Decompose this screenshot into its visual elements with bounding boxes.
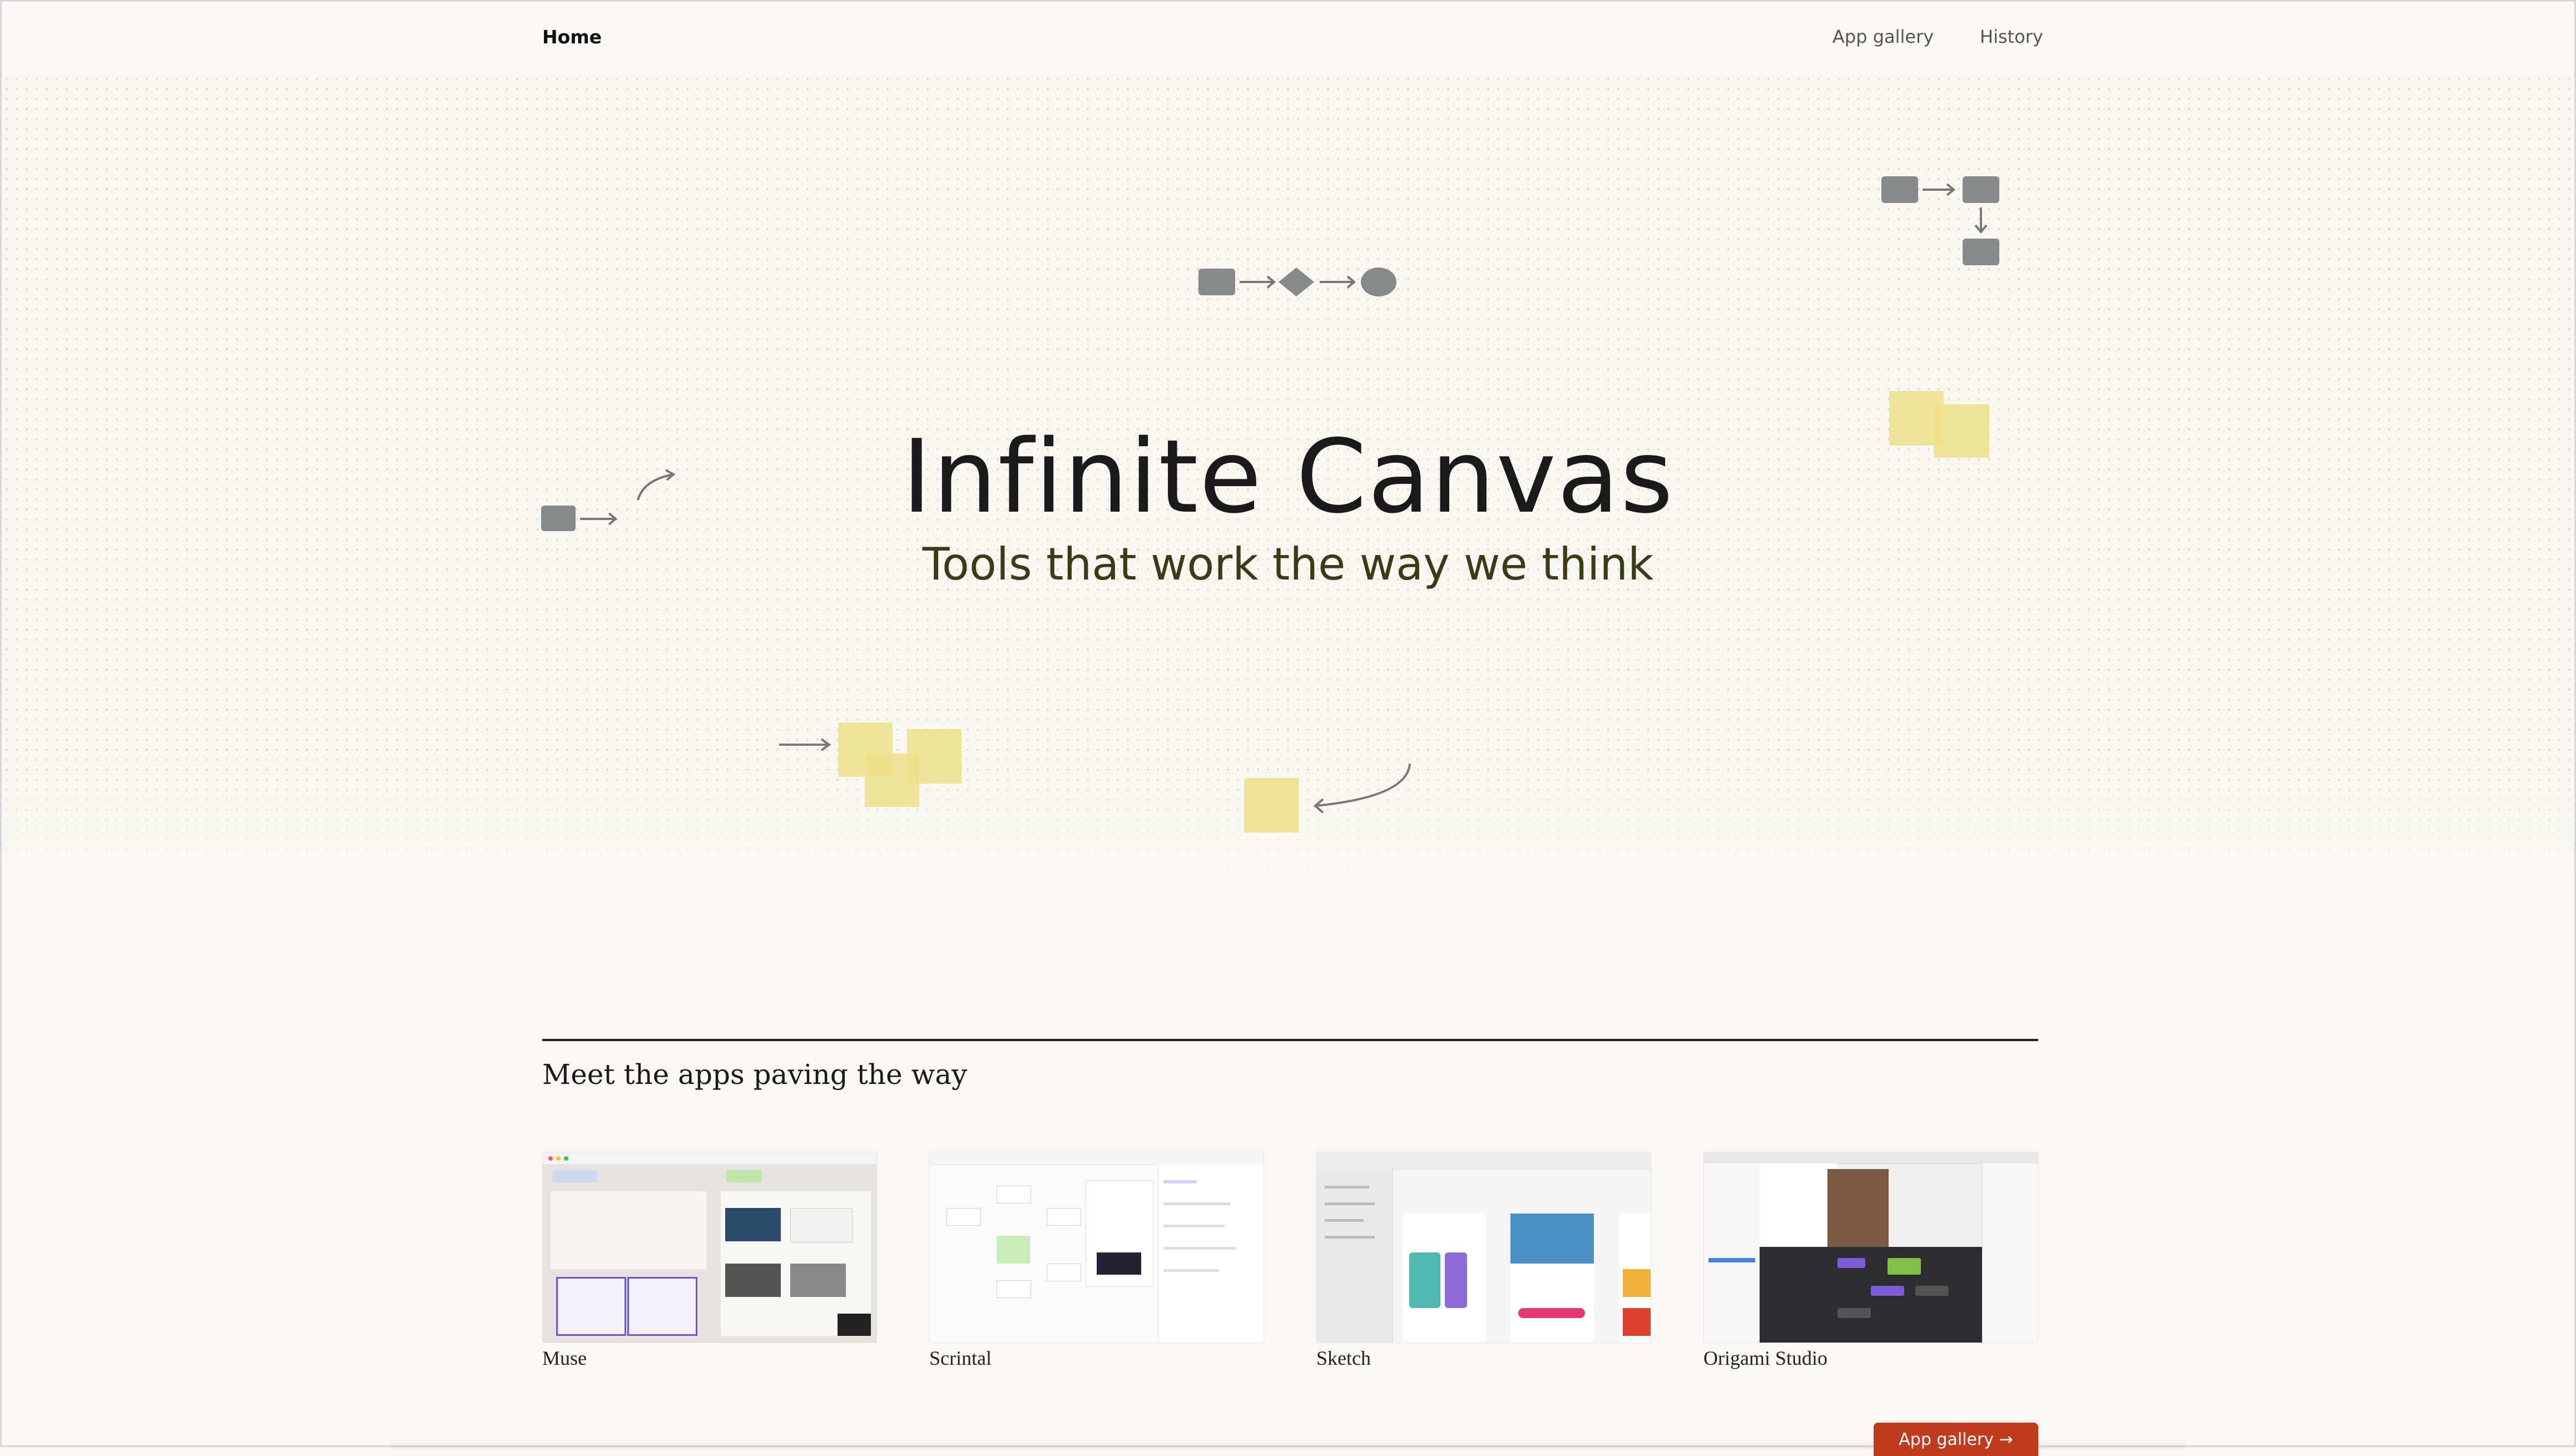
nav-app-gallery-link[interactable]: App gallery — [1832, 26, 1934, 47]
nav-history-link[interactable]: History — [1980, 26, 2043, 47]
nav-home-link[interactable]: Home — [542, 26, 602, 48]
app-card-scrintal[interactable]: Scrintal — [929, 1152, 1264, 1370]
scrintal-screenshot-thumbnail[interactable] — [929, 1152, 1264, 1343]
app-card-label: Sketch — [1316, 1347, 1371, 1369]
hero-subtitle: Tools that work the way we think — [922, 538, 1654, 590]
app-card-sketch[interactable]: Sketch — [1316, 1152, 1651, 1370]
flow-corner-illustration-icon — [1881, 176, 1999, 265]
sticky-cluster-illustration-icon — [779, 722, 962, 807]
app-card-label: Muse — [542, 1347, 587, 1369]
app-card-muse[interactable]: Muse — [542, 1152, 877, 1370]
hero-title: Infinite Canvas — [901, 418, 1675, 536]
origami-screenshot-thumbnail[interactable] — [1703, 1152, 2038, 1343]
app-card-label: Origami Studio — [1703, 1347, 1827, 1369]
flowchart-illustration-icon — [1198, 268, 1396, 296]
sketch-screenshot-thumbnail[interactable] — [1316, 1152, 1651, 1343]
muse-screenshot-thumbnail[interactable] — [542, 1152, 877, 1343]
app-card-label: Scrintal — [929, 1347, 992, 1369]
top-nav: Home App gallery History — [2, 2, 2574, 74]
app-gallery-button[interactable]: App gallery → — [1874, 1423, 2038, 1456]
app-card-origami[interactable]: Origami Studio — [1703, 1152, 2038, 1370]
sticky-arrow-illustration-icon — [1244, 763, 1411, 833]
section-title: Meet the apps paving the way — [542, 1058, 968, 1091]
section-divider — [542, 1039, 2038, 1041]
